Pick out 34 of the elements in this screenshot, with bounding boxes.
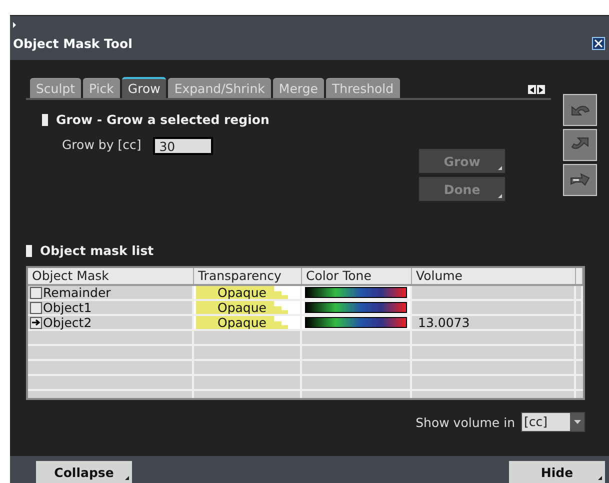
section-title: Grow - Grow a selected region bbox=[56, 112, 270, 127]
footer-button[interactable]: Collapse bbox=[36, 461, 132, 483]
window-title: Object Mask Tool bbox=[13, 36, 132, 51]
column-header: Object Mask bbox=[28, 268, 194, 284]
checkbox[interactable] bbox=[30, 286, 42, 298]
chevron-icon bbox=[13, 22, 16, 28]
column-header: Volume bbox=[412, 268, 576, 284]
scroll-left-button[interactable] bbox=[528, 85, 536, 94]
footer-button[interactable]: Hide bbox=[509, 461, 605, 483]
field-label: Show volume in bbox=[416, 414, 515, 430]
column-header: Transparency bbox=[194, 268, 302, 284]
unit-dropdown[interactable]: [cc] bbox=[521, 412, 585, 432]
color-tone-gradient[interactable] bbox=[305, 302, 407, 313]
redo-button[interactable] bbox=[563, 129, 597, 161]
close-button[interactable] bbox=[592, 37, 605, 50]
caret-down-icon bbox=[574, 420, 580, 424]
current-row-marker[interactable] bbox=[30, 316, 42, 328]
transparency-bar[interactable]: Opaque bbox=[196, 316, 288, 329]
section-marker bbox=[26, 244, 32, 256]
section-title: Object mask list bbox=[40, 243, 154, 258]
field-label: Grow by [cc] bbox=[62, 137, 142, 152]
section-marker bbox=[42, 114, 48, 126]
table-cell: 13.0073 bbox=[418, 316, 470, 329]
column-header: Color Tone bbox=[302, 268, 412, 284]
undo-button[interactable] bbox=[563, 94, 597, 126]
color-tone-gradient[interactable] bbox=[305, 287, 407, 298]
color-tone-gradient[interactable] bbox=[305, 317, 407, 328]
transparency-bar[interactable]: Opaque bbox=[196, 286, 288, 299]
hand-arrow-button[interactable] bbox=[563, 164, 597, 196]
transparency-bar[interactable]: Opaque bbox=[196, 301, 288, 314]
input-field[interactable]: 30 bbox=[153, 137, 214, 155]
checkbox[interactable] bbox=[30, 302, 42, 314]
scroll-right-button[interactable] bbox=[537, 85, 545, 94]
tab[interactable]: Grow bbox=[122, 77, 166, 98]
